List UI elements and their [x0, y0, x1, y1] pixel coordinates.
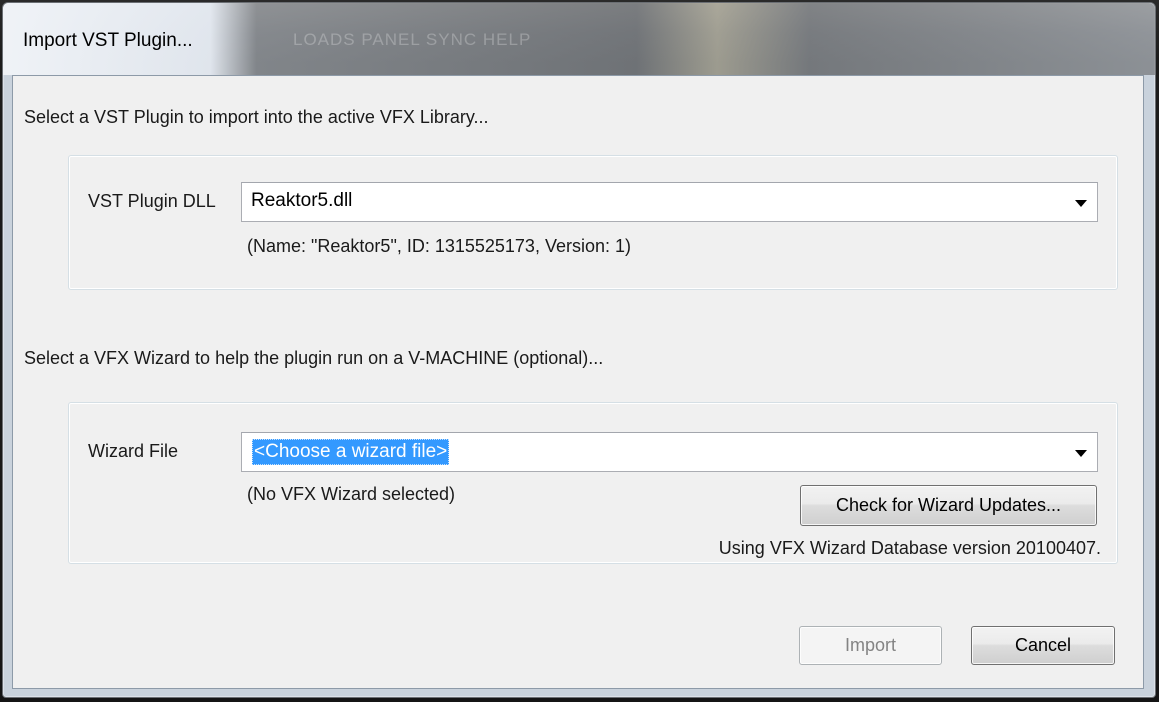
wizard-group: Wizard File <Choose a wizard file> (No V…	[68, 402, 1118, 564]
import-vst-dialog: Import VST Plugin... LOADS PANEL SYNC HE…	[2, 2, 1156, 698]
dialog-client-area: Select a VST Plugin to import into the a…	[12, 75, 1144, 689]
cancel-button[interactable]: Cancel	[971, 626, 1115, 665]
plugin-group: VST Plugin DLL Reaktor5.dll (Name: "Reak…	[68, 155, 1118, 290]
import-button[interactable]: Import	[799, 626, 942, 665]
dialog-title: Import VST Plugin...	[23, 30, 193, 51]
wizard-database-info: Using VFX Wizard Database version 201004…	[718, 538, 1101, 558]
dll-label: VST Plugin DLL	[88, 191, 216, 211]
wizard-file-combobox[interactable]: <Choose a wizard file>	[241, 432, 1098, 472]
dll-info-text: (Name: "Reaktor5", ID: 1315525173, Versi…	[247, 236, 631, 256]
wizard-file-label: Wizard File	[88, 441, 179, 461]
chevron-down-icon[interactable]	[1075, 450, 1087, 457]
chevron-down-icon[interactable]	[1075, 200, 1087, 207]
dll-combobox-value: Reaktor5.dll	[251, 190, 353, 211]
title-bar[interactable]: Import VST Plugin... LOADS PANEL SYNC HE…	[3, 3, 1155, 75]
wizard-instruction: Select a VFX Wizard to help the plugin r…	[24, 348, 604, 368]
wizard-status-text: (No VFX Wizard selected)	[247, 484, 456, 504]
dll-combobox[interactable]: Reaktor5.dll	[241, 182, 1098, 222]
plugin-instruction: Select a VST Plugin to import into the a…	[24, 107, 489, 127]
background-app-menu-ghost: LOADS PANEL SYNC HELP	[293, 30, 532, 49]
wizard-file-combobox-value: <Choose a wizard file>	[252, 439, 450, 465]
check-wizard-updates-button[interactable]: Check for Wizard Updates...	[800, 485, 1097, 526]
